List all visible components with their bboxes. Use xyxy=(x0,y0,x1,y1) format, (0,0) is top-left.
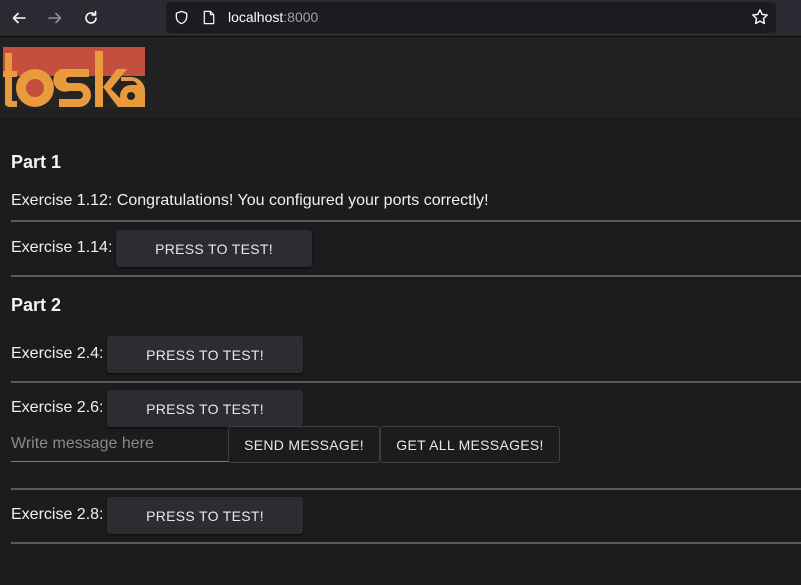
toska-logo xyxy=(3,47,145,109)
app-header xyxy=(0,36,801,118)
forward-icon[interactable] xyxy=(44,7,66,29)
divider xyxy=(11,381,801,383)
browser-toolbar: localhost:8000 xyxy=(0,0,801,36)
message-input[interactable]: Write message here xyxy=(11,427,229,462)
exercise-1-12-text: Exercise 1.12: Congratulations! You conf… xyxy=(11,192,489,209)
exercise-1-14-label: Exercise 1.14: xyxy=(11,239,113,256)
get-all-messages-button[interactable]: GET ALL MESSAGES! xyxy=(380,426,560,463)
url-text[interactable]: localhost:8000 xyxy=(228,9,318,25)
exercise-2-8-test-button[interactable]: PRESS TO TEST! xyxy=(107,497,303,534)
part2-heading: Part 2 xyxy=(11,295,62,315)
divider xyxy=(11,275,801,277)
divider xyxy=(11,488,801,490)
shield-icon[interactable] xyxy=(174,10,189,25)
exercise-2-4-label: Exercise 2.4: xyxy=(11,345,104,362)
exercise-2-6-test-button[interactable]: PRESS TO TEST! xyxy=(107,390,303,427)
page-icon xyxy=(203,10,215,25)
reload-icon[interactable] xyxy=(80,7,102,29)
main-content: Part 1 Exercise 1.12: Congratulations! Y… xyxy=(0,118,801,585)
exercise-1-14-test-button[interactable]: PRESS TO TEST! xyxy=(116,230,312,267)
bookmark-star-icon[interactable] xyxy=(751,8,769,26)
send-message-button[interactable]: SEND MESSAGE! xyxy=(228,426,380,463)
exercise-2-4-test-button[interactable]: PRESS TO TEST! xyxy=(107,336,303,373)
url-bar[interactable]: localhost:8000 xyxy=(166,2,776,33)
exercise-2-8-label: Exercise 2.8: xyxy=(11,506,104,523)
exercise-2-6-label: Exercise 2.6: xyxy=(11,399,104,416)
divider xyxy=(11,542,801,544)
part1-heading: Part 1 xyxy=(11,152,62,172)
divider xyxy=(11,220,801,222)
back-icon[interactable] xyxy=(8,7,30,29)
